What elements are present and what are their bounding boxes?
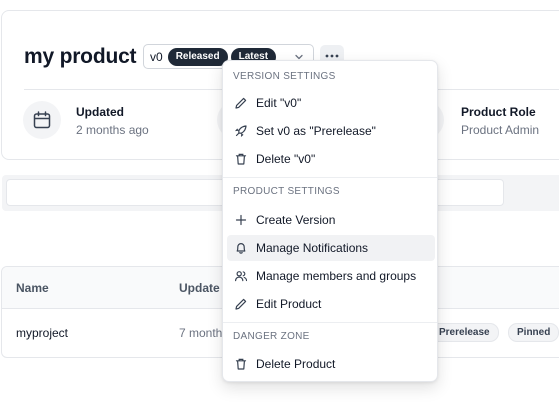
menu-item-manage-members[interactable]: Manage members and groups: [227, 263, 435, 289]
menu-item-label: Delete Product: [256, 357, 336, 371]
plus-icon: [235, 214, 247, 226]
ellipsis-icon: [325, 54, 339, 58]
section-danger-zone: DANGER ZONE: [233, 331, 310, 342]
stat-updated-label: Updated: [76, 105, 124, 119]
product-actions-menu: VERSION SETTINGS Edit "v0" Set v0 as "Pr…: [222, 60, 438, 382]
users-icon: [235, 271, 248, 282]
calendar-icon: [33, 111, 51, 129]
released-badge: Released: [167, 47, 228, 66]
rocket-icon: [234, 125, 247, 138]
menu-divider: [223, 322, 437, 323]
version-label: v0: [150, 49, 163, 64]
menu-item-label: Manage Notifications: [256, 241, 369, 255]
menu-divider: [223, 177, 437, 178]
menu-item-label: Create Version: [256, 213, 336, 227]
menu-item-label: Edit Product: [256, 297, 322, 311]
row-updated: 7 month: [179, 326, 223, 340]
row-name: myproject: [16, 326, 69, 340]
menu-item-create-version[interactable]: Create Version: [227, 207, 435, 233]
prerelease-pill: Prerelease: [430, 323, 499, 342]
calendar-icon-wrap: [23, 101, 61, 139]
pinned-pill: Pinned: [508, 323, 559, 342]
column-header-updated[interactable]: Update: [179, 281, 220, 295]
stat-role-label: Product Role: [461, 105, 536, 119]
trash-icon: [235, 358, 247, 370]
menu-item-delete-version[interactable]: Delete "v0": [227, 146, 435, 172]
menu-item-label: Edit "v0": [256, 96, 302, 110]
menu-item-label: Delete "v0": [256, 152, 316, 166]
column-header-name[interactable]: Name: [16, 281, 49, 295]
trash-icon: [235, 153, 247, 165]
stat-updated-value: 2 months ago: [76, 123, 149, 137]
menu-item-edit-product[interactable]: Edit Product: [227, 291, 435, 317]
menu-item-delete-product[interactable]: Delete Product: [227, 351, 435, 377]
stat-role-value: Product Admin: [461, 123, 540, 137]
menu-item-manage-notifications[interactable]: Manage Notifications: [227, 235, 435, 261]
bell-icon: [236, 243, 246, 254]
menu-item-label: Set v0 as "Prerelease": [256, 124, 376, 138]
menu-item-edit-version[interactable]: Edit "v0": [227, 90, 435, 116]
pencil-icon: [235, 298, 247, 310]
page-title: my product: [24, 45, 137, 68]
menu-item-label: Manage members and groups: [256, 269, 417, 283]
section-version-settings: VERSION SETTINGS: [233, 71, 336, 82]
menu-item-set-prerelease[interactable]: Set v0 as "Prerelease": [227, 118, 435, 144]
section-product-settings: PRODUCT SETTINGS: [233, 186, 340, 197]
pencil-icon: [235, 97, 247, 109]
